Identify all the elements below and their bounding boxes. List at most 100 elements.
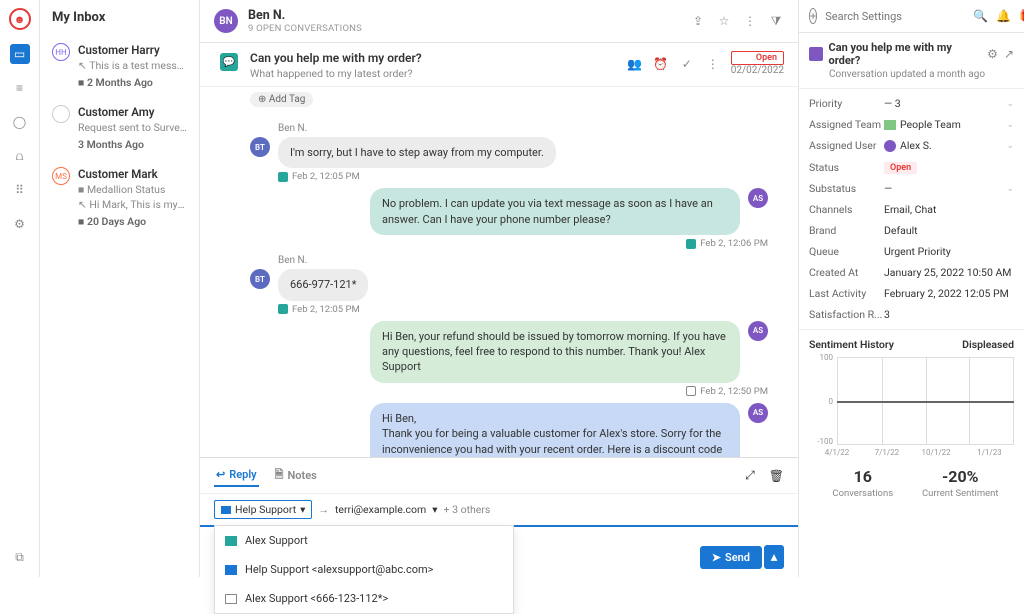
property-row[interactable]: Assigned TeamPeople Team⌄ [809,114,1014,135]
message-time: Feb 2, 12:05 PM [278,171,768,182]
inbox-item-preview: ↖ Hi Mark, This is my message. Your orde… [78,198,187,211]
message-time: Feb 2, 12:06 PM [250,238,768,249]
status-badge: Open [731,51,784,65]
pulse-icon[interactable]: ⩍ [10,146,30,166]
apps-icon[interactable]: ⠿ [10,180,30,200]
inbox-item-date: 3 Months Ago [78,138,187,151]
property-value: Open [884,160,1014,174]
property-row: QueueUrgent Priority [809,241,1014,262]
property-row[interactable]: Assigned UserAlex S.⌄ [809,135,1014,156]
sentiment-value: Displeased [962,338,1014,351]
inbox-item[interactable]: Customer Amy Request sent to SurveyMonke… [40,97,199,159]
property-row: StatusOpen [809,156,1014,178]
search-input[interactable] [825,10,965,23]
gift-icon[interactable]: 🎁 [1019,9,1024,23]
send-split-button[interactable]: ▴ [764,545,784,569]
reply-tab[interactable]: ↩ Reply [214,464,259,487]
gear-icon[interactable]: ⚙ [987,47,998,61]
inbox-item-preview: ■ Medallion Status [78,183,187,196]
from-dropdown: Alex Support Help Support <alexsupport@ab… [214,525,514,614]
side-title: Can you help me with my order? [829,41,982,67]
subject-title: Can you help me with my order? [250,51,422,65]
search-icon[interactable]: 🔍 [973,9,988,23]
property-row[interactable]: Substatus—⌄ [809,178,1014,199]
message-bubble: Hi Ben, Thank you for being a valuable c… [370,403,740,457]
property-label: Assigned Team [809,118,884,131]
property-label: Created At [809,266,884,279]
property-row: ChannelsEmail, Chat [809,199,1014,220]
message-avatar: BT [250,269,270,289]
share-icon[interactable]: ↗ [1004,47,1014,61]
inbox-item[interactable]: MS Customer Mark ■ Medallion Status ↖ Hi… [40,159,199,236]
avatar-icon [52,105,70,123]
bell-icon[interactable]: 🔔 [996,9,1011,23]
property-label: Assigned User [809,139,884,152]
filter-icon[interactable]: ⧩ [768,13,784,29]
property-label: Satisfaction R... [809,308,884,321]
subject-subtitle: What happened to my latest order? [250,67,422,80]
dropdown-label: Alex Support [245,534,308,547]
star-icon[interactable]: ☆ [716,13,732,29]
dropdown-label: Alex Support <666-123-112*> [245,592,388,605]
dropdown-item[interactable]: Alex Support <666-123-112*> [215,584,513,613]
channel-icon [809,47,823,61]
property-value: Urgent Priority [884,245,1014,258]
dropdown-item[interactable]: Alex Support [215,526,513,555]
property-label: Channels [809,203,884,216]
expand-icon[interactable]: ⤢ [745,468,755,483]
avatar-icon: HH [52,43,70,61]
trash-icon[interactable]: 🗑 [769,469,784,483]
notes-tab[interactable]: 🗎 Notes [273,462,319,489]
contact-name: Ben N. [248,8,362,23]
clock-icon[interactable]: ⏰ [653,56,669,72]
property-value: January 25, 2022 10:50 AM [884,266,1014,279]
add-tag-button[interactable]: ⊕ Add Tag [250,92,313,107]
dropdown-item[interactable]: Help Support <alexsupport@abc.com> [215,555,513,584]
inbox-item-preview: Request sent to SurveyMonkey to initiate… [78,121,187,134]
conversation-header: BN Ben N. 9 OPEN CONVERSATIONS ⇪ ☆ ⋮ ⧩ [200,0,798,43]
avatar-icon: MS [52,167,70,185]
subject-date: 02/02/2022 [731,65,784,76]
details-panel: + 🔍 🔔 🎁 Can you help me with my order? ⚙… [799,0,1024,577]
inbox-item-date: ■ 2 Months Ago [78,76,187,89]
from-selector[interactable]: Help Support ▾ [214,500,312,519]
property-row[interactable]: Priority— 3⌄ [809,93,1014,114]
property-row: BrandDefault [809,220,1014,241]
others-count[interactable]: + 3 others [444,503,491,516]
inbox-panel: My Inbox HH Customer Harry ↖ This is a t… [40,0,200,577]
inbox-title: My Inbox [40,0,199,35]
message-time: Feb 2, 12:50 PM [250,386,768,397]
reply-box: ↩ Reply 🗎 Notes ⤢ 🗑 Help Support ▾ → ter… [200,457,798,577]
brand-logo-icon[interactable]: ☻ [9,8,31,30]
more-icon[interactable]: ⋮ [705,56,721,72]
property-value: People Team [884,118,1006,131]
channel-chat-icon: 💬 [220,53,238,71]
dropdown-label: Help Support <alexsupport@abc.com> [245,563,433,576]
people-icon[interactable]: 👥 [627,56,643,72]
to-address[interactable]: terri@example.com [335,503,426,516]
check-icon[interactable]: ✓ [679,56,695,72]
property-row: Satisfaction R...3 [809,304,1014,325]
chevron-down-icon: ▾ [300,503,305,516]
refresh-icon[interactable]: ◯ [10,112,30,132]
more-icon[interactable]: ⋮ [742,13,758,29]
mail-icon [221,506,231,514]
message-avatar: BT [250,137,270,157]
copy-icon[interactable]: ⧉ [10,547,30,567]
add-button[interactable]: + [809,8,817,24]
settings-icon[interactable]: ⚙ [10,214,30,234]
stat-conversations: 16 [819,467,907,486]
assign-icon[interactable]: ⇪ [690,13,706,29]
chevron-down-icon: ⌄ [1006,120,1014,130]
inbox-icon[interactable]: ▭ [10,44,30,64]
message-bubble: 666-977-121* [278,269,368,300]
conversation-subject: 💬 Can you help me with my order? What ha… [200,43,798,87]
inbox-item-date: ■ 20 Days Ago [78,215,187,228]
message-sender: Ben N. [278,123,768,134]
property-value: Default [884,224,1014,237]
property-label: Priority [809,97,884,110]
inbox-item[interactable]: HH Customer Harry ↖ This is a test messa… [40,35,199,97]
send-button[interactable]: ➤ Send [700,546,762,569]
filter-icon[interactable]: ≡ [10,78,30,98]
conversation-panel: BN Ben N. 9 OPEN CONVERSATIONS ⇪ ☆ ⋮ ⧩ 💬… [200,0,799,577]
